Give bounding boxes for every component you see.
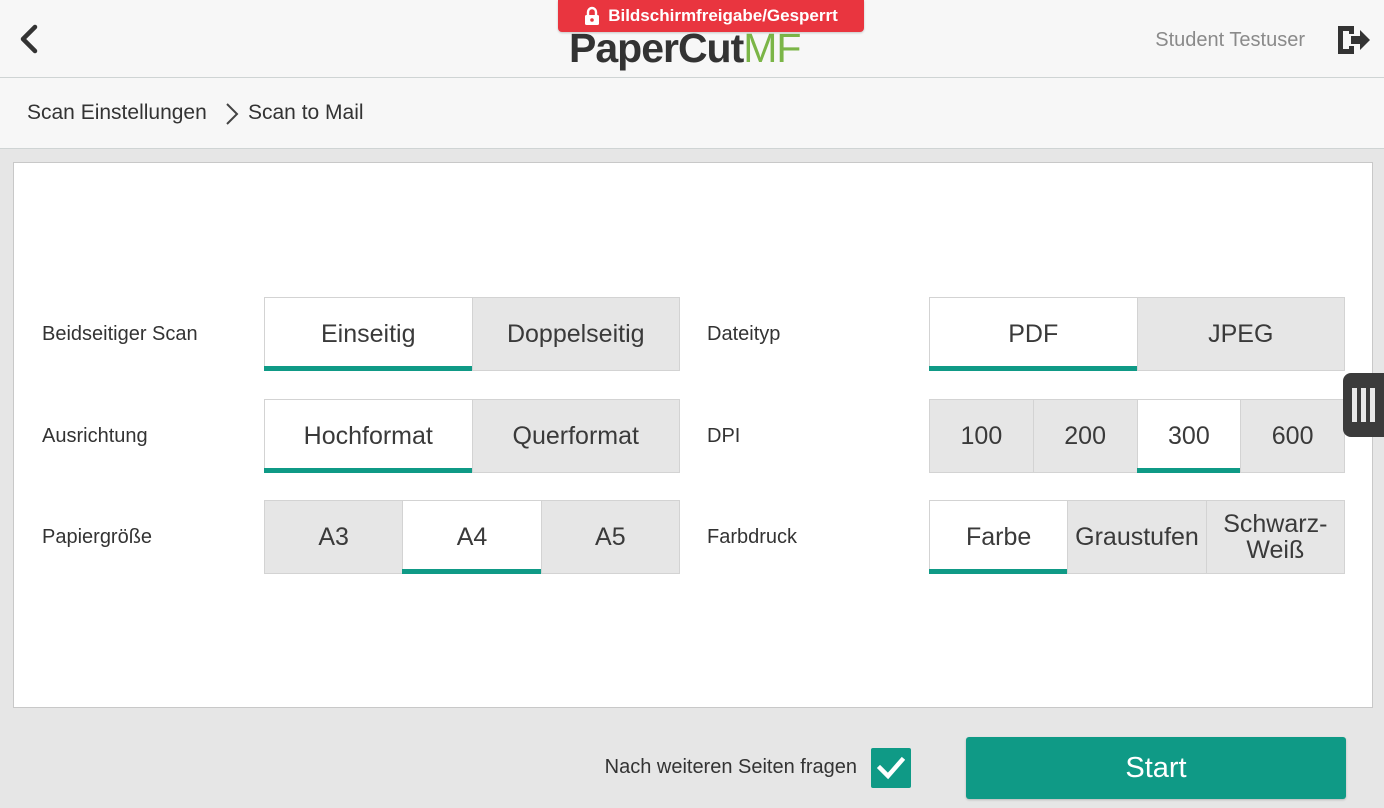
- logout-button[interactable]: [1334, 22, 1374, 58]
- checkmark-icon: [877, 756, 905, 780]
- color-label: Farbdruck: [707, 526, 798, 548]
- side-drawer-handle[interactable]: [1343, 373, 1384, 437]
- orientation-selector: Hochformat Querformat: [264, 399, 680, 473]
- handle-bar: [1370, 388, 1375, 422]
- breadcrumb: Scan Einstellungen Scan to Mail: [0, 78, 1384, 149]
- duplex-option-doppelseitig[interactable]: Doppelseitig: [471, 297, 680, 371]
- dpi-option-300[interactable]: 300: [1136, 399, 1242, 473]
- dpi-option-600[interactable]: 600: [1240, 399, 1345, 473]
- ask-more-pages-checkbox[interactable]: [871, 748, 911, 788]
- dpi-option-200[interactable]: 200: [1032, 399, 1138, 473]
- paper-size-option-a3[interactable]: A3: [264, 500, 404, 574]
- duplex-option-einseitig[interactable]: Einseitig: [264, 297, 473, 371]
- dpi-label: DPI: [707, 425, 741, 447]
- ask-more-pages-label: Nach weiteren Seiten fragen: [604, 756, 857, 778]
- logout-icon: [1338, 26, 1370, 54]
- dpi-option-100[interactable]: 100: [929, 399, 1034, 473]
- breadcrumb-item-scan-to-mail: Scan to Mail: [248, 101, 364, 124]
- paper-size-option-a5[interactable]: A5: [540, 500, 680, 574]
- file-type-label: Dateityp: [707, 323, 781, 345]
- chevron-left-icon: [20, 24, 38, 54]
- duplex-label: Beidseitiger Scan: [42, 323, 198, 345]
- papercut-logo: PaperCutMF: [569, 25, 801, 71]
- color-option-farbe[interactable]: Farbe: [929, 500, 1069, 574]
- paper-size-selector: A3 A4 A5: [264, 500, 680, 574]
- chevron-right-icon: [226, 103, 239, 125]
- file-type-selector: PDF JPEG: [929, 297, 1345, 371]
- file-type-option-pdf[interactable]: PDF: [929, 297, 1138, 371]
- dpi-selector: 100 200 300 600: [929, 399, 1345, 473]
- top-bar: PaperCutMF Bildschirmfreigabe/Gesperrt S…: [0, 0, 1384, 78]
- orientation-label: Ausrichtung: [42, 425, 148, 447]
- back-button[interactable]: [14, 22, 46, 56]
- scan-settings-panel: Beidseitiger Scan Einseitig Doppelseitig…: [13, 162, 1373, 708]
- color-option-schwarz-weiss[interactable]: Schwarz- Weiß: [1205, 500, 1345, 574]
- lock-banner-text: Bildschirmfreigabe/Gesperrt: [608, 6, 838, 25]
- handle-bar: [1352, 388, 1357, 422]
- orientation-option-querformat[interactable]: Querformat: [471, 399, 680, 473]
- paper-size-label: Papiergröße: [42, 526, 153, 548]
- handle-bar: [1361, 388, 1366, 422]
- user-name: Student Testuser: [1155, 29, 1305, 51]
- orientation-option-hochformat[interactable]: Hochformat: [264, 399, 473, 473]
- color-option-graustufen[interactable]: Graustufen: [1067, 500, 1207, 574]
- file-type-option-jpeg[interactable]: JPEG: [1136, 297, 1345, 371]
- paper-size-option-a4[interactable]: A4: [402, 500, 542, 574]
- color-selector: Farbe Graustufen Schwarz- Weiß: [929, 500, 1345, 574]
- screen-share-lock-banner: Bildschirmfreigabe/Gesperrt: [558, 0, 864, 32]
- lock-icon: [585, 6, 600, 25]
- duplex-selector: Einseitig Doppelseitig: [264, 297, 680, 371]
- start-button[interactable]: Start: [966, 737, 1346, 799]
- breadcrumb-item-scan-settings[interactable]: Scan Einstellungen: [27, 101, 207, 125]
